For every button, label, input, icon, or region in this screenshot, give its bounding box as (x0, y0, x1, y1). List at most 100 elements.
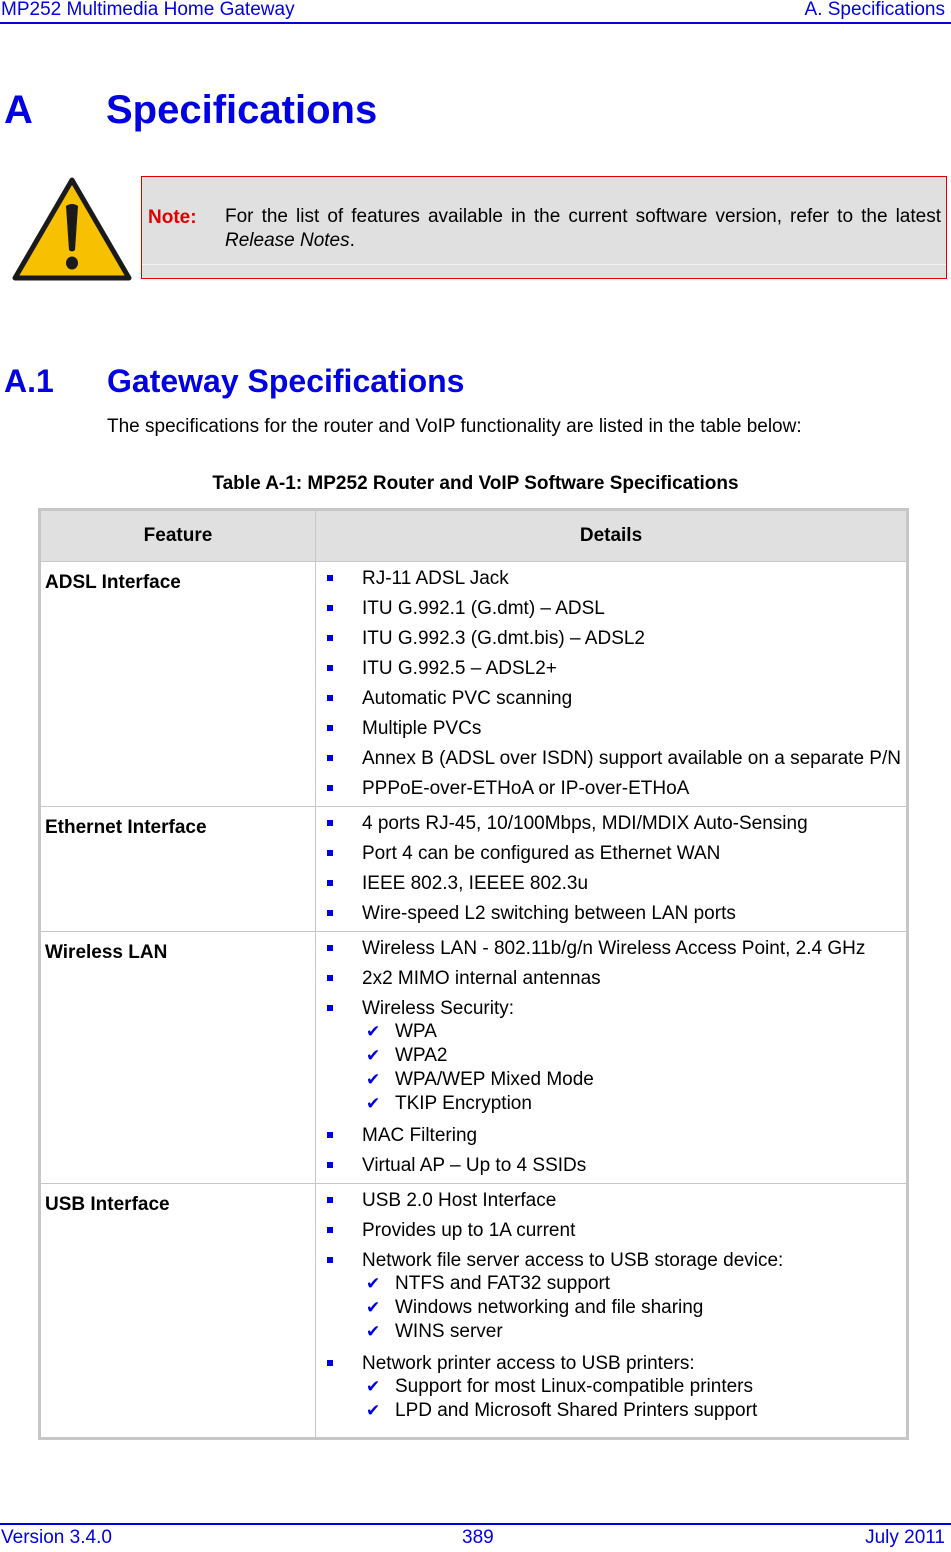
detail-item: Network file server access to USB storag… (316, 1249, 906, 1272)
header-chapter: A. Specifications (804, 0, 945, 20)
table-body: ADSL Interface RJ-11 ADSL Jack ITU G.992.1… (39, 561, 908, 1439)
table-caption: Table A-1: MP252 Router and VoIP Softwar… (212, 473, 739, 494)
square-bullet-icon (327, 725, 333, 731)
detail-text: ITU G.992.3 (G.dmt.bis) – ADSL2 (362, 628, 645, 649)
detail-item: 4 ports RJ-45, 10/100Mbps, MDI/MDIX Auto… (316, 812, 906, 835)
detail-text: Network file server access to USB storag… (362, 1250, 784, 1271)
sub-item: ✔ Support for most Linux-compatible print… (316, 1375, 906, 1399)
square-bullet-icon (327, 605, 333, 611)
table-row: Wireless LAN Wireless LAN - 802.11b/g/n W… (39, 931, 908, 1184)
detail-text: IEEE 802.3, IEEEE 802.3u (362, 873, 589, 894)
chapter-number: A (4, 88, 33, 132)
checkmark-icon: ✔ (366, 1298, 381, 1318)
page-footer: Version 3.4.0 389 July 2011 (0, 1523, 951, 1552)
sub-item-text: WPA/WEP Mixed Mode (395, 1069, 594, 1090)
detail-text: 4 ports RJ-45, 10/100Mbps, MDI/MDIX Auto… (362, 813, 808, 834)
section-title: Gateway Specifications (107, 363, 465, 399)
table-row: Ethernet Interface 4 ports RJ-45, 10/100M… (39, 806, 908, 932)
checkmark-icon: ✔ (366, 1046, 381, 1066)
detail-text: Port 4 can be configured as Ethernet WAN (362, 843, 721, 864)
square-bullet-icon (327, 785, 333, 791)
square-bullet-icon (327, 945, 333, 951)
page-header: MP252 Multimedia Home Gateway A. Specifi… (0, 0, 951, 24)
detail-item: Virtual AP – Up to 4 SSIDs (316, 1154, 906, 1177)
feature-cell: USB Interface (39, 1183, 316, 1439)
feature-name: Ethernet Interface (45, 817, 207, 838)
checkmark-icon: ✔ (366, 1401, 381, 1421)
square-bullet-icon (327, 1257, 333, 1263)
square-bullet-icon (327, 1360, 333, 1366)
detail-text: Network printer access to USB printers: (362, 1353, 695, 1374)
square-bullet-icon (327, 665, 333, 671)
square-bullet-icon (327, 755, 333, 761)
detail-item: USB 2.0 Host Interface (316, 1189, 906, 1212)
checkmark-icon: ✔ (366, 1377, 381, 1397)
square-bullet-icon (327, 695, 333, 701)
detail-text: Wireless LAN - 802.11b/g/n Wireless Acce… (362, 938, 866, 959)
detail-text: Automatic PVC scanning (362, 688, 573, 709)
sub-item-text: WPA2 (395, 1045, 448, 1066)
detail-item: RJ-11 ADSL Jack (316, 567, 906, 590)
detail-text: 2x2 MIMO internal antennas (362, 968, 601, 989)
footer-version: Version 3.4.0 (1, 1527, 112, 1548)
square-bullet-icon (327, 1132, 333, 1138)
feature-name: Wireless LAN (45, 942, 168, 963)
sub-item-text: Windows networking and file sharing (395, 1297, 704, 1318)
detail-text: Wireless Security: (362, 998, 515, 1019)
sub-item-text: LPD and Microsoft Shared Printers suppor… (395, 1400, 758, 1421)
table-row: USB Interface USB 2.0 Host Interface Provi… (39, 1183, 908, 1439)
feature-cell: ADSL Interface (39, 561, 316, 807)
detail-item: Wireless Security: (316, 997, 906, 1020)
warning-triangle-icon (12, 177, 132, 281)
sub-item-list: ✔ Support for most Linux-compatible print… (316, 1375, 906, 1423)
header-doc-title: MP252 Multimedia Home Gateway (1, 0, 295, 20)
detail-item: Multiple PVCs (316, 717, 906, 740)
specifications-table: Feature Details ADSL Interface RJ-11 ADSL… (38, 508, 909, 1440)
feature-cell: Ethernet Interface (39, 806, 316, 932)
chapter-title: Specifications (106, 88, 378, 132)
sub-item-list: ✔ NTFS and FAT32 support ✔ Windows networki… (316, 1272, 906, 1344)
detail-text: Wire-speed L2 switching between LAN port… (362, 903, 736, 924)
sub-item-text: WINS server (395, 1321, 503, 1342)
square-bullet-icon (327, 1162, 333, 1168)
detail-text: Multiple PVCs (362, 718, 482, 739)
sub-item-list: ✔ WPA ✔ WPA2 ✔ WPA/WEP Mixed Mode ✔ TKIP Encryp… (316, 1020, 906, 1116)
detail-item: Network printer access to USB printers: (316, 1352, 906, 1375)
detail-text: USB 2.0 Host Interface (362, 1190, 557, 1211)
chapter-heading: A Specifications (4, 88, 377, 133)
detail-item: MAC Filtering (316, 1124, 906, 1147)
detail-text: PPPoE-over-ETHoA or IP-over-ETHoA (362, 778, 690, 799)
note-box: Note: For the list of features available… (141, 176, 947, 279)
detail-item: ITU G.992.1 (G.dmt) – ADSL (316, 597, 906, 620)
detail-text: ITU G.992.1 (G.dmt) – ADSL (362, 598, 605, 619)
detail-item: ITU G.992.3 (G.dmt.bis) – ADSL2 (316, 627, 906, 650)
detail-text: MAC Filtering (362, 1125, 478, 1146)
details-cell: 4 ports RJ-45, 10/100Mbps, MDI/MDIX Auto… (315, 806, 908, 932)
detail-text: ITU G.992.5 – ADSL2+ (362, 658, 557, 679)
sub-item: ✔ WPA2 (316, 1044, 906, 1068)
detail-item: PPPoE-over-ETHoA or IP-over-ETHoA (316, 777, 906, 800)
square-bullet-icon (327, 575, 333, 581)
section-intro: The specifications for the router and Vo… (107, 416, 802, 437)
header-details: Details (315, 509, 908, 562)
square-bullet-icon (327, 910, 333, 916)
sub-item-text: WPA (395, 1021, 437, 1042)
feature-name: USB Interface (45, 1194, 170, 1215)
section-heading: A.1 Gateway Specifications (4, 363, 464, 400)
details-cell: USB 2.0 Host Interface Provides up to 1A … (315, 1183, 908, 1439)
detail-text: Provides up to 1A current (362, 1220, 576, 1241)
sub-item: ✔ Windows networking and file sharing (316, 1296, 906, 1320)
square-bullet-icon (327, 880, 333, 886)
detail-item: Wire-speed L2 switching between LAN port… (316, 902, 906, 925)
detail-text: Virtual AP – Up to 4 SSIDs (362, 1155, 587, 1176)
square-bullet-icon (327, 635, 333, 641)
feature-cell: Wireless LAN (39, 931, 316, 1184)
detail-item: ITU G.992.5 – ADSL2+ (316, 657, 906, 680)
note-text: For the list of features available in th… (225, 205, 941, 253)
checkmark-icon: ✔ (366, 1094, 381, 1114)
square-bullet-icon (327, 1227, 333, 1233)
checkmark-icon: ✔ (366, 1022, 381, 1042)
sub-item: ✔ WPA (316, 1020, 906, 1044)
header-feature: Feature (39, 509, 316, 562)
footer-page-number: 389 (462, 1527, 494, 1548)
